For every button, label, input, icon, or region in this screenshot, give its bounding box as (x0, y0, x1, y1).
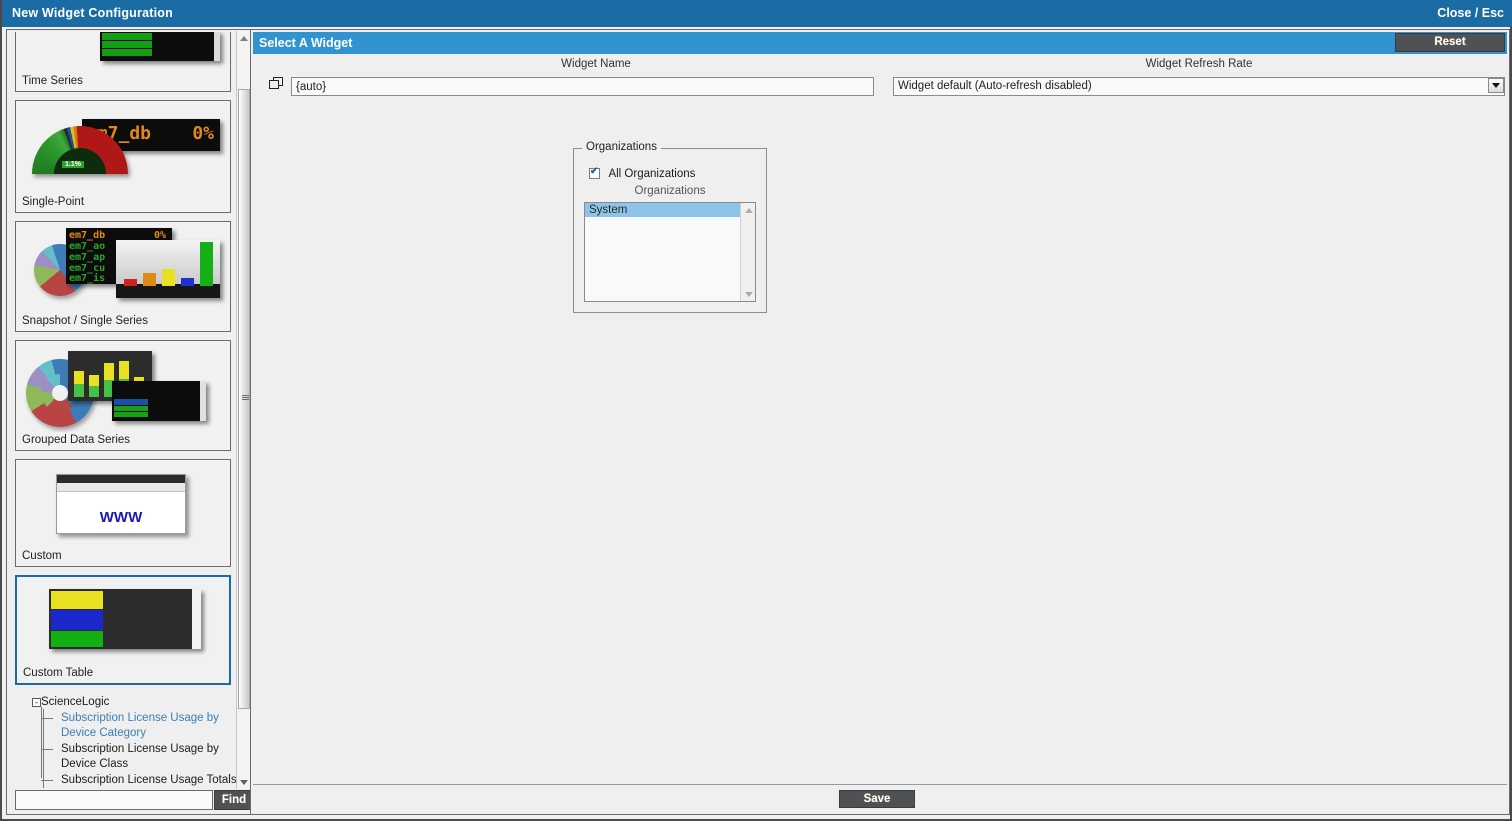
select-widget-title: Select A Widget (259, 36, 353, 50)
reset-button[interactable]: Reset (1395, 33, 1505, 52)
widget-card-custom[interactable]: WWW Custom (15, 459, 231, 567)
scrollbar-thumb[interactable] (238, 89, 250, 709)
widget-card-grouped-data-series[interactable]: Grouped Data Series (15, 340, 231, 451)
single-point-thumbnail: em7_db 0% 1.1% (16, 101, 230, 194)
widget-card-label: Single-Point (22, 196, 85, 208)
organizations-scrollbar[interactable] (740, 203, 755, 301)
widget-config-panel: Select A Widget Reset Widget Name Widget… (250, 29, 1510, 815)
find-row: Find (11, 790, 254, 810)
scrollbar-grip-icon (242, 395, 249, 401)
tree-item-subscription-license-usage-by-device-category[interactable]: Subscription License Usage by Device Cat… (41, 711, 238, 741)
widget-name-input[interactable] (291, 77, 874, 96)
widget-fields-row: Widget Name Widget Refresh Rate Widget d… (253, 56, 1507, 96)
custom-thumbnail: WWW (16, 460, 230, 548)
widget-card-time-series[interactable]: Time Series (15, 32, 231, 92)
tree-node-sciencelogic[interactable]: - ScienceLogic (32, 693, 238, 711)
chevron-down-icon[interactable] (1488, 78, 1504, 93)
scroll-up-arrow-icon[interactable] (741, 203, 755, 217)
widget-card-custom-table[interactable]: Custom Table (15, 575, 231, 685)
widget-tree: - ScienceLogic Subscription License Usage… (32, 693, 238, 788)
widget-card-snapshot-single-series[interactable]: em7_db em7_ao em7_ap em7_cu em7_is 0% 0%… (15, 221, 231, 332)
gallery-scrollbar[interactable] (236, 31, 250, 789)
widget-refresh-rate-value[interactable]: Widget default (Auto-refresh disabled) (893, 77, 1505, 96)
widget-card-label: Snapshot / Single Series (22, 315, 148, 327)
widget-configuration-dialog: New Widget Configuration Close / Esc Tim… (0, 0, 1512, 821)
widget-card-label: Time Series (22, 75, 83, 87)
titlebar: New Widget Configuration Close / Esc (2, 0, 1512, 27)
select-widget-header: Select A Widget Reset (253, 32, 1507, 54)
thumb-led-zero: 0% (192, 123, 214, 144)
widget-card-label: Custom Table (23, 667, 94, 679)
thumb-led-ap: em7_ap (69, 252, 106, 263)
widget-gallery-list: Time Series em7_db 0% 1.1% Single-Point (10, 32, 238, 788)
page-title: New Widget Configuration (12, 6, 173, 20)
scroll-down-arrow-icon[interactable] (237, 775, 251, 789)
widget-refresh-rate-label: Widget Refresh Rate (1145, 58, 1253, 70)
duplicate-windows-icon[interactable] (269, 77, 284, 90)
find-input[interactable] (15, 790, 213, 810)
save-button[interactable]: Save (839, 790, 915, 808)
gauge-value: 1.1% (62, 161, 84, 168)
tree-children: Subscription License Usage by Device Cat… (41, 707, 238, 788)
thumb-led-is: em7_is (69, 273, 106, 284)
scroll-up-arrow-icon[interactable] (237, 31, 251, 45)
www-text: WWW (99, 509, 143, 526)
organization-option-system[interactable]: System (585, 203, 755, 217)
widget-card-label: Custom (22, 550, 62, 562)
organizations-fieldset: Organizations All Organizations Organiza… (573, 141, 767, 313)
widget-refresh-rate-select[interactable]: Widget default (Auto-refresh disabled) (893, 77, 1505, 96)
widget-gallery-panel: Time Series em7_db 0% 1.1% Single-Point (6, 29, 254, 815)
all-organizations-row[interactable]: All Organizations (589, 165, 695, 183)
time-series-thumbnail (16, 32, 230, 73)
tree-toggle-icon[interactable]: - (32, 697, 41, 707)
organizations-legend: Organizations (582, 141, 661, 153)
widget-name-label: Widget Name (561, 58, 631, 70)
widget-card-single-point[interactable]: em7_db 0% 1.1% Single-Point (15, 100, 231, 213)
tree-item-subscription-license-usage-totals[interactable]: Subscription License Usage Totals (41, 773, 238, 788)
widget-card-label: Grouped Data Series (22, 434, 131, 446)
all-organizations-checkbox[interactable] (589, 166, 600, 180)
organizations-list-label: Organizations (634, 185, 706, 197)
find-button[interactable]: Find (214, 790, 254, 810)
scroll-down-arrow-icon[interactable] (741, 287, 755, 301)
snapshot-thumbnail: em7_db em7_ao em7_ap em7_cu em7_is 0% 0%… (16, 222, 230, 313)
all-organizations-label: All Organizations (608, 167, 696, 180)
organizations-listbox[interactable]: System (584, 202, 756, 302)
dialog-footer: Save (253, 784, 1507, 812)
widget-config-content: Organizations All Organizations Organiza… (253, 96, 1507, 744)
thumb-led-db: em7_db (69, 230, 106, 241)
tree-item-subscription-license-usage-by-device-class[interactable]: Subscription License Usage by Device Cla… (41, 742, 238, 772)
grouped-series-thumbnail (16, 341, 230, 432)
thumb-led-ao: em7_ao (69, 241, 106, 252)
tree-node-label: ScienceLogic (41, 696, 110, 708)
custom-table-thumbnail (17, 577, 229, 665)
close-button[interactable]: Close / Esc (1437, 6, 1504, 20)
